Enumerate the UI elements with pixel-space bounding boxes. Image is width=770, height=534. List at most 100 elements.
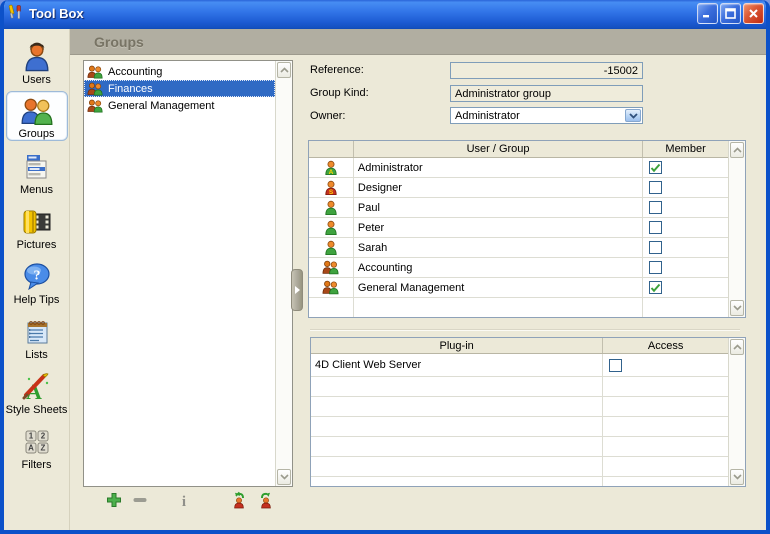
plugins-table-header: Plug-in Access xyxy=(311,338,728,354)
sidebar-item-label: Filters xyxy=(22,459,52,471)
access-column-header: Access xyxy=(602,338,728,353)
groups-list: AccountingFinances General Management xyxy=(83,60,293,487)
reference-label: Reference: xyxy=(310,64,364,76)
titlebar: Tool Box xyxy=(0,0,770,29)
svg-text:A: A xyxy=(28,444,34,453)
help-tips-icon: ? xyxy=(21,260,53,294)
member-row[interactable]: Sarah xyxy=(309,238,728,258)
minimize-button[interactable] xyxy=(697,3,718,24)
scroll-up-button[interactable] xyxy=(277,62,291,78)
plugins-table-scrollbar[interactable] xyxy=(728,338,745,486)
member-row[interactable]: Paul xyxy=(309,198,728,218)
import-group-button[interactable] xyxy=(230,491,248,509)
plugin-row[interactable]: 4D Client Web Server xyxy=(311,354,728,377)
scroll-down-button[interactable] xyxy=(730,300,744,316)
member-row[interactable]: Peter xyxy=(309,218,728,238)
close-button[interactable] xyxy=(743,3,764,24)
scroll-down-button[interactable] xyxy=(277,469,291,485)
sidebar-item-groups[interactable]: Groups xyxy=(6,91,68,141)
groups-list-toolbar: i xyxy=(83,491,343,513)
sidebar-item-label: Menus xyxy=(20,184,53,196)
members-table: User / Group Member AAdministratorSDesig… xyxy=(308,140,746,318)
access-checkbox[interactable] xyxy=(609,359,622,372)
window-title: Tool Box xyxy=(29,6,697,21)
empty-row xyxy=(309,298,728,317)
sidebar-item-label: Users xyxy=(22,74,51,86)
sidebar-item-lists[interactable]: Lists xyxy=(6,311,68,361)
svg-text:A: A xyxy=(329,168,334,175)
member-checkbox[interactable] xyxy=(649,261,662,274)
sidebar-item-users[interactable]: Users xyxy=(6,36,68,86)
member-row[interactable]: AAdministrator xyxy=(309,158,728,178)
sidebar-item-label: Style Sheets xyxy=(6,404,68,416)
export-group-button[interactable] xyxy=(257,491,275,509)
members-table-scrollbar[interactable] xyxy=(728,141,745,317)
member-name: Accounting xyxy=(353,258,642,277)
content: AccountingFinancesGeneral Management i R… xyxy=(70,55,766,530)
scroll-up-button[interactable] xyxy=(730,339,744,355)
member-checkbox[interactable] xyxy=(649,281,662,294)
empty-row xyxy=(311,437,728,457)
sidebar-item-help-tips[interactable]: ?Help Tips xyxy=(6,256,68,306)
group-icon xyxy=(87,81,104,96)
member-cell xyxy=(642,178,728,197)
app-icon xyxy=(8,4,24,23)
group-icon xyxy=(309,278,353,297)
group-list-item[interactable]: Finances xyxy=(84,80,275,97)
svg-text:?: ? xyxy=(33,269,40,284)
member-checkbox[interactable] xyxy=(649,241,662,254)
groups-icon xyxy=(20,94,54,128)
svg-text:S: S xyxy=(329,188,334,195)
user-designer-icon: S xyxy=(309,178,353,197)
member-checkbox[interactable] xyxy=(649,201,662,214)
maximize-button[interactable] xyxy=(720,3,741,24)
member-cell xyxy=(642,198,728,217)
reference-field: -15002 xyxy=(450,62,643,79)
groups-list-items: AccountingFinances General Management xyxy=(84,61,275,486)
user-icon xyxy=(309,238,353,257)
group-icon xyxy=(87,64,104,79)
pictures-icon xyxy=(20,205,54,239)
sidebar-item-menus[interactable]: Menus xyxy=(6,146,68,196)
scroll-up-button[interactable] xyxy=(730,142,744,158)
member-row[interactable]: Accounting xyxy=(309,258,728,278)
user-admin-icon: A xyxy=(309,158,353,177)
member-cell xyxy=(642,158,728,177)
scroll-down-button[interactable] xyxy=(730,469,744,485)
member-name: General Management xyxy=(353,278,642,297)
member-checkbox[interactable] xyxy=(649,221,662,234)
sidebar-item-style-sheets[interactable]: AStyle Sheets xyxy=(6,366,68,416)
member-cell xyxy=(642,278,728,297)
plugins-table: Plug-in Access 4D Client Web Server xyxy=(310,337,746,487)
sidebar-item-filters[interactable]: 12AZFilters xyxy=(6,421,68,471)
groups-list-scrollbar[interactable] xyxy=(275,61,292,486)
sidebar-item-pictures[interactable]: Pictures xyxy=(6,201,68,251)
empty-row xyxy=(311,417,728,437)
owner-label: Owner: xyxy=(310,110,345,122)
group-list-item[interactable]: Accounting xyxy=(84,63,275,80)
group-list-item[interactable]: General Management xyxy=(84,97,275,114)
member-row[interactable]: SDesigner xyxy=(309,178,728,198)
plugin-column-header: Plug-in xyxy=(311,338,602,353)
member-checkbox[interactable] xyxy=(649,181,662,194)
group-name: General Management xyxy=(108,100,214,112)
add-group-button[interactable] xyxy=(105,491,123,509)
empty-row xyxy=(311,457,728,477)
icon-column-header xyxy=(309,141,353,157)
window-body: UsersGroupsMenusPictures?Help TipsListsA… xyxy=(4,29,766,530)
owner-select[interactable]: Administrator xyxy=(450,107,643,124)
delete-group-button[interactable] xyxy=(131,491,149,509)
member-row[interactable]: General Management xyxy=(309,278,728,298)
owner-dropdown-button[interactable] xyxy=(625,109,641,122)
member-checkbox[interactable] xyxy=(649,161,662,174)
empty-row xyxy=(311,377,728,397)
member-name: Paul xyxy=(353,198,642,217)
menus-icon xyxy=(22,150,52,184)
user-group-column-header: User / Group xyxy=(353,141,642,157)
info-button[interactable]: i xyxy=(175,491,193,509)
svg-text:i: i xyxy=(182,494,186,508)
lists-icon xyxy=(21,315,53,349)
splitter-handle[interactable] xyxy=(291,269,303,311)
sidebar-item-label: Groups xyxy=(18,128,54,140)
group-icon xyxy=(87,98,104,113)
